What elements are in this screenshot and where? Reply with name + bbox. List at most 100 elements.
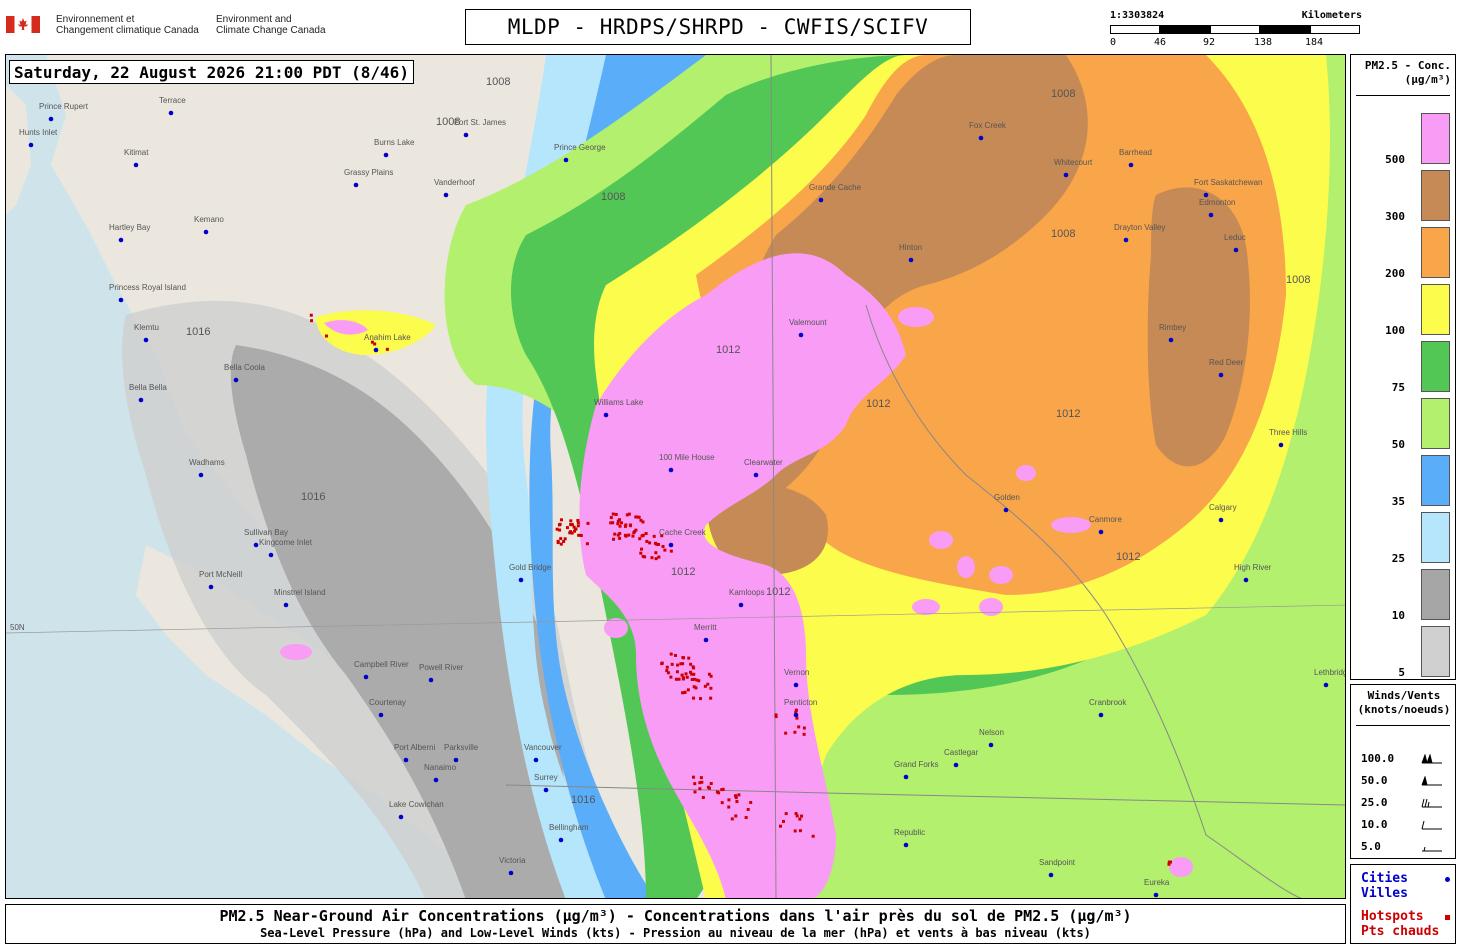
smoke-forecast-map[interactable]: 50N 1008 1008 1008 1008 1008 1008 1012 1… [5,54,1346,899]
hotspot-marker [627,533,631,537]
city-marker[interactable] [703,637,709,643]
city-marker[interactable] [988,742,994,748]
city-marker[interactable] [1233,247,1239,253]
city-marker[interactable] [1243,577,1249,583]
wind-legend-title: Winds/Vents (knots/noeuds) [1357,689,1451,716]
scale-tick: 184 [1305,37,1324,48]
city-marker[interactable] [738,602,744,608]
city-marker[interactable] [268,552,274,558]
hotspot-marker [677,677,681,681]
city-marker[interactable] [1098,529,1104,535]
hotspot-marker [798,829,802,833]
hotspot-marker [680,673,684,677]
city-marker[interactable] [903,842,909,848]
city-marker[interactable] [793,682,799,688]
city-marker[interactable] [543,787,549,793]
hotspot-marker [556,541,560,545]
city-marker[interactable] [1098,712,1104,718]
hotspot-marker [635,515,639,519]
city-marker[interactable] [48,116,54,122]
hotspot-marker [673,653,677,657]
city-marker[interactable] [978,135,984,141]
city-marker[interactable] [1048,872,1054,878]
city-marker[interactable] [1203,192,1209,198]
city-marker[interactable] [1153,892,1159,898]
scale-tick: 92 [1203,37,1216,48]
city-marker[interactable] [233,377,239,383]
city-marker[interactable] [1218,517,1224,523]
city-marker[interactable] [818,197,824,203]
city-marker[interactable] [143,337,149,343]
city-marker[interactable] [753,472,759,478]
hotspot-marker [679,662,683,666]
city-marker[interactable] [283,602,289,608]
city-marker[interactable] [1323,682,1329,688]
city-marker[interactable] [208,584,214,590]
hotspot-marker [681,677,685,681]
city-marker[interactable] [1278,442,1284,448]
city-marker[interactable] [668,542,674,548]
isobar-label: 1008 [1051,88,1075,100]
smoke-500-patch [898,307,934,327]
city-marker[interactable] [518,577,524,583]
city-marker[interactable] [28,142,34,148]
hotspot-marker [685,675,689,679]
city-marker[interactable] [953,762,959,768]
city-marker[interactable] [133,162,139,168]
place-label: Vanderhoof [434,178,476,187]
hotspot-marker [643,555,647,559]
city-marker[interactable] [428,677,434,683]
city-marker[interactable] [463,132,469,138]
city-marker[interactable] [903,774,909,780]
hotspot-marker [653,541,657,545]
city-marker[interactable] [1218,372,1224,378]
hotspot-marker [616,519,620,523]
hotspot-marker [690,678,694,682]
city-marker[interactable] [443,192,449,198]
city-marker[interactable] [1128,162,1134,168]
city-marker[interactable] [908,257,914,263]
city-marker[interactable] [378,712,384,718]
city-marker[interactable] [1123,237,1129,243]
city-marker[interactable] [1063,172,1069,178]
city-marker[interactable] [373,347,379,353]
place-label: Nanaimo [424,763,457,772]
city-marker[interactable] [1208,212,1214,218]
city-marker[interactable] [118,237,124,243]
city-marker[interactable] [603,412,609,418]
hotspot-marker [563,537,567,541]
points-legend: Cities Villes Hotspots Pts chauds [1350,864,1456,944]
place-label: Merritt [694,623,717,632]
city-marker[interactable] [138,397,144,403]
hotspot-square-icon [1445,915,1450,920]
map-canvas: 50N 1008 1008 1008 1008 1008 1008 1012 1… [6,55,1345,898]
city-marker[interactable] [533,757,539,763]
city-marker[interactable] [1003,507,1009,513]
city-marker[interactable] [118,297,124,303]
city-marker[interactable] [353,182,359,188]
city-marker[interactable] [203,229,209,235]
city-marker[interactable] [198,472,204,478]
city-marker[interactable] [363,674,369,680]
legend-level-label: 100 [1385,324,1405,337]
hotspot-marker [670,662,674,666]
hotspot-marker [568,531,572,535]
city-marker[interactable] [383,152,389,158]
city-marker[interactable] [563,157,569,163]
city-marker[interactable] [403,757,409,763]
city-marker[interactable] [798,332,804,338]
wind-speed-label: 25.0 [1361,796,1388,809]
city-marker[interactable] [1168,337,1174,343]
place-label: Republic [894,828,925,837]
city-marker[interactable] [398,814,404,820]
city-marker[interactable] [508,870,514,876]
city-marker[interactable] [253,542,259,548]
city-marker[interactable] [793,712,799,718]
city-marker[interactable] [168,110,174,116]
city-marker[interactable] [558,837,564,843]
hotspot-marker [656,542,660,546]
pm25-legend: PM2.5 - Conc. (µg/m³) 500 300 200 100 75 50 35… [1350,54,1456,680]
city-marker[interactable] [453,757,459,763]
city-marker[interactable] [668,467,674,473]
city-marker[interactable] [433,777,439,783]
